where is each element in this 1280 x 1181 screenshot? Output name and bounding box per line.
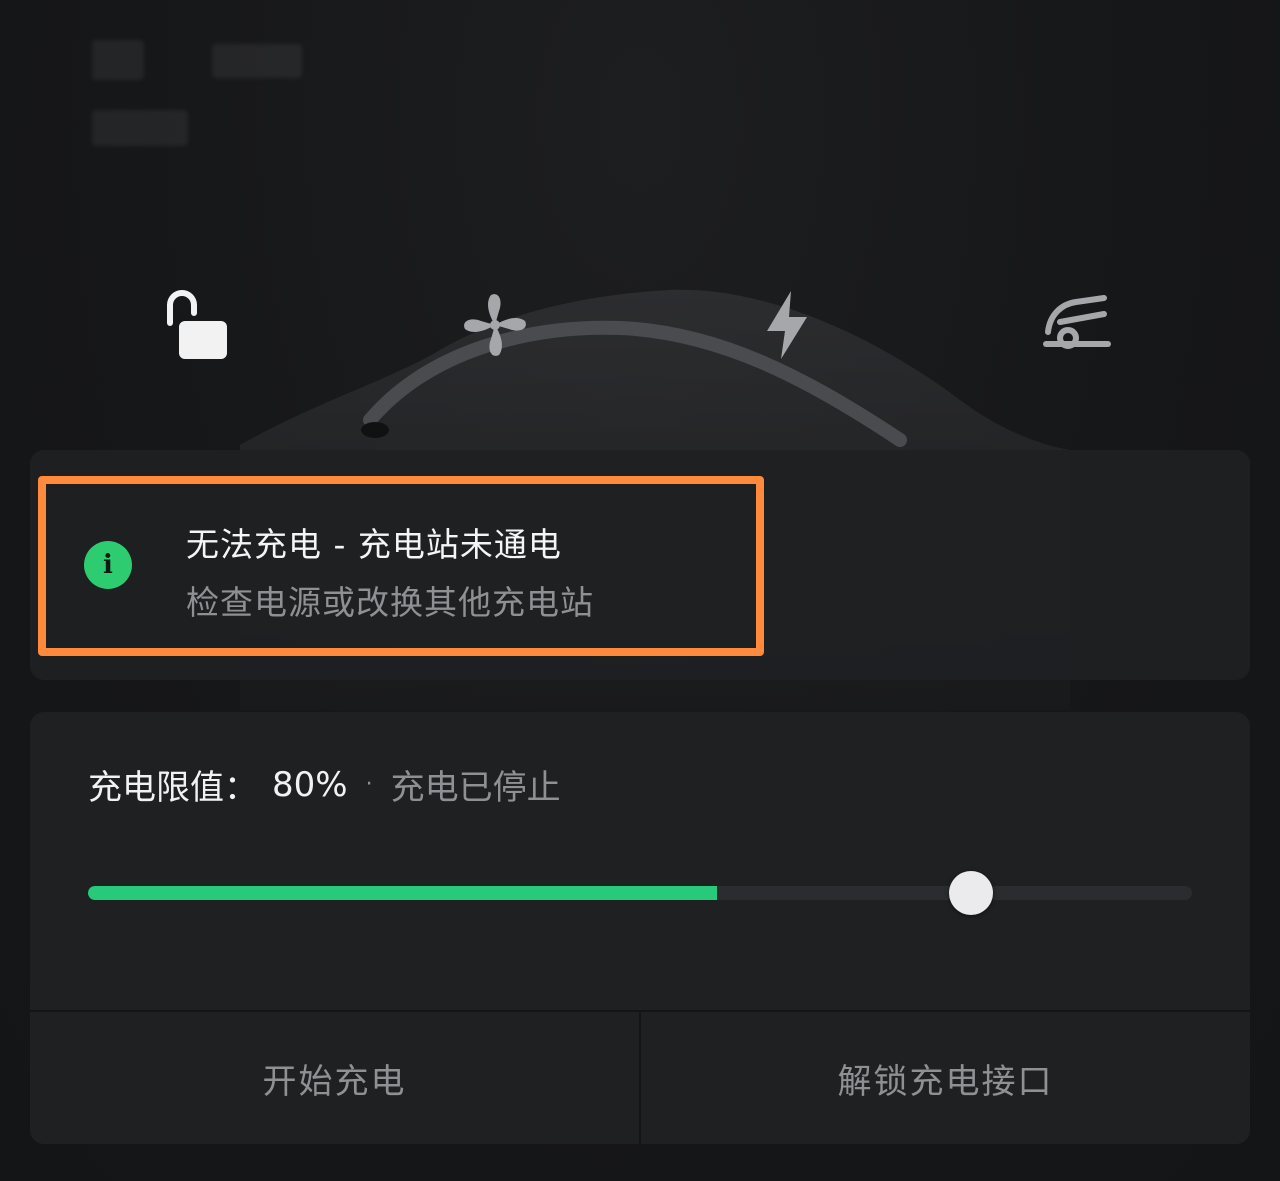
action-buttons: 开始充电 解锁充电接口 bbox=[30, 1010, 1250, 1144]
alert-highlight-frame bbox=[38, 476, 764, 656]
info-icon: i bbox=[84, 541, 132, 589]
car-frunk-icon[interactable] bbox=[1032, 280, 1122, 370]
charge-limit-label: 充电限值： bbox=[88, 768, 258, 808]
unlock-icon[interactable] bbox=[152, 280, 242, 370]
slider-thumb[interactable] bbox=[949, 871, 994, 915]
charge-limit-slider[interactable] bbox=[88, 871, 1192, 915]
quick-actions bbox=[0, 280, 1280, 370]
battery-level-fill bbox=[88, 886, 718, 900]
start-charging-button[interactable]: 开始充电 bbox=[30, 1012, 639, 1144]
separator-dot: · bbox=[365, 772, 373, 797]
alert-subtitle: 检查电源或改换其他充电站 bbox=[186, 583, 594, 622]
alert-title: 无法充电 - 充电站未通电 bbox=[186, 525, 562, 564]
fan-icon[interactable] bbox=[450, 280, 540, 370]
charge-limit-value: 80% bbox=[272, 764, 348, 805]
unlock-charge-port-button[interactable]: 解锁充电接口 bbox=[639, 1012, 1250, 1144]
charging-card: 充电限值： 80% · 充电已停止 开始充电 解锁充电接口 bbox=[30, 712, 1250, 1144]
info-icon-glyph: i bbox=[103, 550, 113, 580]
lightning-icon[interactable] bbox=[742, 280, 832, 370]
charging-screen: i 无法充电 - 充电站未通电 检查电源或改换其他充电站 充电限值： 80% ·… bbox=[0, 0, 1280, 1181]
charge-status: 充电已停止 bbox=[390, 768, 561, 808]
charge-limit-line: 充电限值： 80% · 充电已停止 bbox=[88, 760, 561, 809]
